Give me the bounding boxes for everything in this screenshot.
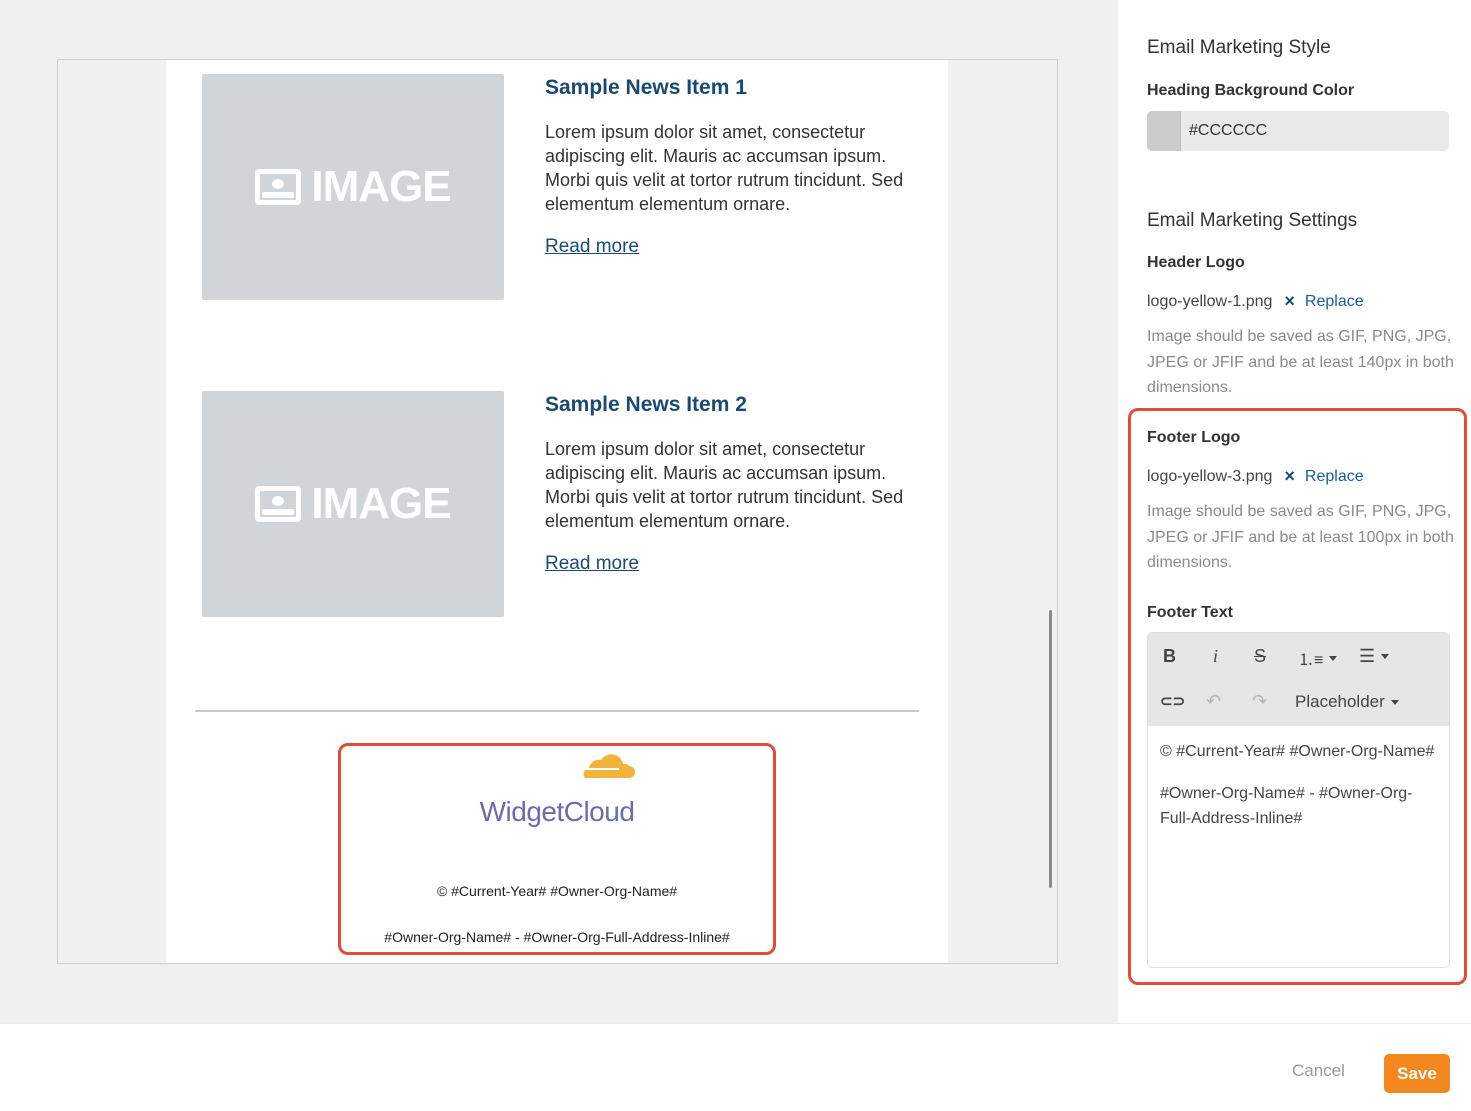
chevron-down-icon — [1329, 655, 1338, 661]
bold-icon[interactable]: B — [1163, 646, 1176, 667]
header-logo-hint: Image should be saved as GIF, PNG, JPG, … — [1147, 328, 1454, 396]
settings-section-title: Email Marketing Settings — [1147, 210, 1358, 231]
footer-text-label: Footer Text — [1147, 604, 1233, 621]
cancel-button[interactable]: Cancel — [1292, 1061, 1345, 1081]
header-logo-label: Header Logo — [1147, 254, 1245, 271]
header-logo-filename: logo-yellow-1.png — [1147, 292, 1273, 310]
news-body-text: Lorem ipsum dolor sit amet, consectetur … — [545, 122, 904, 214]
read-more-link[interactable]: Read more — [545, 236, 639, 258]
footer-copyright-line: © #Current-Year# #Owner-Org-Name# — [436, 883, 678, 899]
chevron-down-icon — [1381, 654, 1390, 659]
action-bar: Cancel Save — [0, 1023, 1471, 1111]
chevron-down-icon — [1390, 699, 1399, 705]
footer-logo-replace-link[interactable]: Replace — [1305, 468, 1364, 486]
footer-text-editor[interactable]: B i S ⒈≡ ☰ ⊂⊃ ↶ ↷ Placeholder © #Current… — [1147, 632, 1450, 968]
style-section-title: Email Marketing Style — [1147, 37, 1331, 58]
footer-address-line: #Owner-Org-Name# - #Owner-Org-Full-Addre… — [384, 929, 730, 945]
editor-content[interactable]: © #Current-Year# #Owner-Org-Name# #Owner… — [1160, 739, 1440, 848]
link-icon[interactable]: ⊂⊃ — [1160, 692, 1185, 710]
strikethrough-icon[interactable]: S — [1254, 646, 1266, 667]
news-body-text: Lorem ipsum dolor sit amet, consectetur … — [545, 439, 904, 531]
close-icon[interactable]: × — [1284, 466, 1295, 487]
editor-line: #Owner-Org-Name# - #Owner-Org-Full-Addre… — [1160, 785, 1413, 827]
cloud-logo-icon — [583, 754, 635, 778]
footer-logo-label: Footer Logo — [1147, 429, 1241, 446]
news-item: IMAGE Sample News Item 1 Lorem ipsum dol… — [202, 74, 922, 304]
close-icon[interactable]: × — [1284, 291, 1295, 312]
news-item: IMAGE Sample News Item 2 Lorem ipsum dol… — [202, 391, 922, 621]
bullet-list-icon[interactable]: ☰ — [1359, 646, 1390, 667]
ordered-list-icon[interactable]: ⒈≡ — [1298, 646, 1338, 670]
email-preview-frame[interactable]: IMAGE Sample News Item 1 Lorem ipsum dol… — [57, 59, 1058, 964]
italic-icon[interactable]: i — [1213, 646, 1218, 667]
read-more-link[interactable]: Read more — [545, 553, 639, 575]
image-placeholder-label: IMAGE — [311, 162, 451, 211]
placeholder-dropdown[interactable]: Placeholder — [1295, 692, 1399, 712]
image-icon — [255, 169, 302, 205]
ordered-list-glyph: ⒈≡ — [1298, 652, 1324, 669]
header-logo-file-row: logo-yellow-1.png × Replace — [1147, 291, 1364, 312]
footer-logo-text: WidgetCloud — [479, 796, 635, 827]
heading-bg-color-label: Heading Background Color — [1147, 82, 1355, 99]
editor-line: © #Current-Year# #Owner-Org-Name# — [1160, 743, 1435, 760]
color-swatch[interactable] — [1147, 111, 1181, 151]
footer-divider — [195, 710, 919, 712]
save-button[interactable]: Save — [1384, 1054, 1450, 1093]
image-icon — [255, 486, 302, 522]
heading-bg-color-input[interactable]: #CCCCCC — [1147, 111, 1449, 151]
news-title: Sample News Item 2 — [545, 393, 747, 416]
color-value[interactable]: #CCCCCC — [1189, 122, 1267, 140]
news-image-placeholder: IMAGE — [202, 74, 504, 300]
settings-panel: Email Marketing Style Heading Background… — [1118, 0, 1471, 1023]
news-title: Sample News Item 1 — [545, 76, 747, 99]
redo-icon[interactable]: ↷ — [1252, 691, 1267, 712]
undo-icon[interactable]: ↶ — [1206, 691, 1221, 712]
image-placeholder-label: IMAGE — [311, 479, 451, 528]
email-preview-area: IMAGE Sample News Item 1 Lorem ipsum dol… — [0, 0, 1118, 1023]
header-logo-replace-link[interactable]: Replace — [1305, 293, 1364, 311]
footer-logo-file-row: logo-yellow-3.png × Replace — [1147, 466, 1364, 487]
placeholder-dropdown-label: Placeholder — [1295, 692, 1385, 711]
footer-preview: WidgetCloud © #Current-Year# #Owner-Org-… — [338, 743, 776, 955]
bullet-list-glyph: ☰ — [1359, 646, 1376, 666]
footer-logo-hint: Image should be saved as GIF, PNG, JPG, … — [1147, 503, 1454, 571]
footer-logo-filename: logo-yellow-3.png — [1147, 467, 1273, 485]
news-image-placeholder: IMAGE — [202, 391, 504, 617]
preview-scrollbar[interactable] — [1049, 610, 1052, 888]
editor-toolbar: B i S ⒈≡ ☰ ⊂⊃ ↶ ↷ Placeholder — [1148, 633, 1449, 726]
